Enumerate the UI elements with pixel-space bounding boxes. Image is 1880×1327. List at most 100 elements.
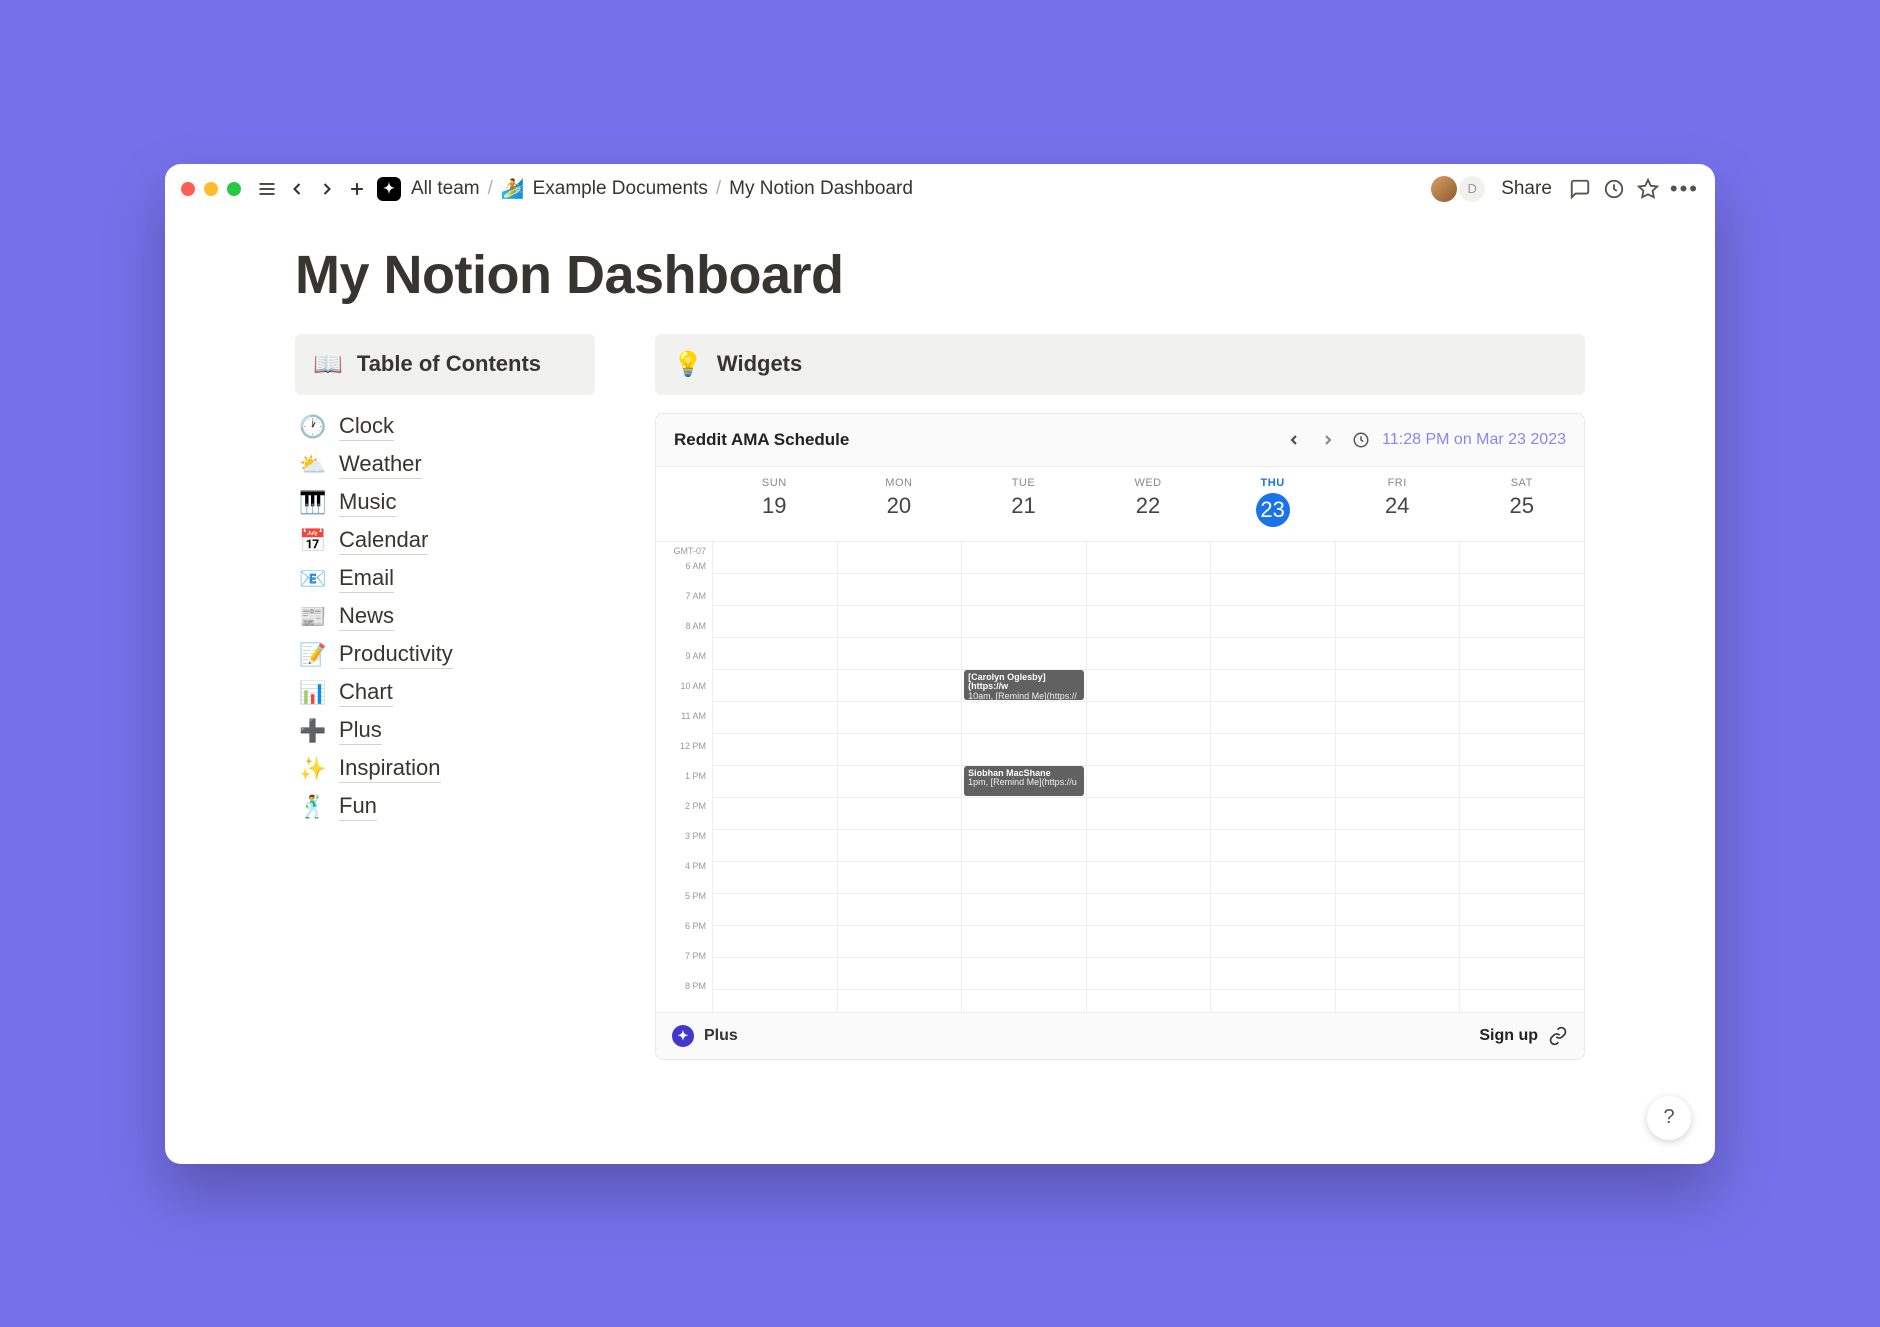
day-weekday: SUN: [712, 477, 837, 489]
plus-app-icon[interactable]: ✦: [377, 177, 401, 201]
toc-item-clock[interactable]: 🕐Clock: [299, 413, 595, 441]
toc-item-chart[interactable]: 📊 Chart: [299, 679, 595, 707]
topbar: ✦ All team / 🏄 Example Documents / My No…: [165, 164, 1715, 214]
toc-header: 📖 Table of Contents: [295, 334, 595, 395]
toc-item-news[interactable]: 📰News: [299, 603, 595, 631]
hour-label: 12 PM: [656, 741, 706, 771]
day-header[interactable]: WED 22: [1086, 467, 1211, 541]
hour-label: 6 PM: [656, 921, 706, 951]
toc-header-label: Table of Contents: [357, 351, 541, 377]
hour-label: 7 AM: [656, 591, 706, 621]
toc-item-weather[interactable]: ⛅Weather: [299, 451, 595, 479]
grid-day-col[interactable]: [837, 542, 962, 1012]
toc-item-calendar[interactable]: 📅Calendar: [299, 527, 595, 555]
toc-item-email[interactable]: 📧Email: [299, 565, 595, 593]
widgets-header: 💡 Widgets: [655, 334, 1585, 395]
signup-button[interactable]: Sign up: [1479, 1027, 1538, 1045]
grid-day-col[interactable]: [1335, 542, 1460, 1012]
help-button[interactable]: ?: [1647, 1096, 1691, 1140]
toc-label: Music: [339, 489, 396, 517]
grid-day-col[interactable]: [Carolyn Oglesby](https://w10am, [Remind…: [961, 542, 1086, 1012]
day-weekday: FRI: [1335, 477, 1460, 489]
hour-label: 4 PM: [656, 861, 706, 891]
crumb-sep: /: [488, 178, 493, 200]
right-column: 💡 Widgets Reddit AMA Schedule: [655, 334, 1585, 1060]
minimize-window[interactable]: [204, 182, 218, 196]
toc-item-fun[interactable]: 🕺Fun: [299, 793, 595, 821]
toc-item-music[interactable]: 🎹 Music: [299, 489, 595, 517]
comments-icon[interactable]: [1568, 178, 1592, 200]
hour-label: 1 PM: [656, 771, 706, 801]
day-number: 22: [1086, 493, 1211, 519]
toc-emoji: 🎹: [299, 490, 327, 516]
window-controls: [181, 182, 241, 196]
crumb-folder[interactable]: Example Documents: [533, 178, 708, 200]
hour-label: 2 PM: [656, 801, 706, 831]
hour-label: 10 AM: [656, 681, 706, 711]
widgets-header-label: Widgets: [717, 351, 802, 377]
grid-day-col[interactable]: [1086, 542, 1211, 1012]
toc-emoji: ➕: [299, 718, 327, 744]
share-button[interactable]: Share: [1495, 178, 1558, 200]
new-page-icon[interactable]: [347, 179, 367, 199]
day-header[interactable]: THU23: [1210, 467, 1335, 541]
avatar[interactable]: [1431, 176, 1457, 202]
clock-icon: [1352, 431, 1370, 449]
calendar-timestamp: 11:28 PM on Mar 23 2023: [1382, 431, 1566, 449]
toc-emoji: 📧: [299, 566, 327, 592]
nav-back-icon[interactable]: [287, 179, 307, 199]
day-header[interactable]: TUE 21: [961, 467, 1086, 541]
day-weekday: SAT: [1459, 477, 1584, 489]
hours-column: GMT-07 6 AM7 AM8 AM9 AM10 AM11 AM12 PM1 …: [656, 542, 712, 1012]
calendar-event[interactable]: Siobhan MacShane1pm, [Remind Me](https:/…: [964, 766, 1084, 796]
toc-emoji: 🕐: [299, 414, 327, 440]
nav-forward-icon[interactable]: [317, 179, 337, 199]
calendar-event[interactable]: [Carolyn Oglesby](https://w10am, [Remind…: [964, 670, 1084, 700]
cal-prev-icon[interactable]: [1282, 428, 1306, 452]
toc-label: Calendar: [339, 527, 428, 555]
day-header[interactable]: MON20: [837, 467, 962, 541]
cal-next-icon[interactable]: [1316, 428, 1340, 452]
close-window[interactable]: [181, 182, 195, 196]
toc-header-emoji: 📖: [313, 350, 343, 379]
breadcrumb: All team / 🏄 Example Documents / My Noti…: [411, 177, 913, 201]
grid-day-col[interactable]: [712, 542, 837, 1012]
toc-emoji: ✨: [299, 756, 327, 782]
toc-item-plus[interactable]: ➕Plus: [299, 717, 595, 745]
day-weekday: MON: [837, 477, 962, 489]
toc-label: Chart: [339, 679, 393, 707]
grid-body[interactable]: [Carolyn Oglesby](https://w10am, [Remind…: [712, 542, 1584, 1012]
crumb-page[interactable]: My Notion Dashboard: [729, 178, 913, 200]
timezone-label: GMT-07: [656, 542, 706, 561]
calendar-grid: GMT-07 6 AM7 AM8 AM9 AM10 AM11 AM12 PM1 …: [656, 542, 1584, 1012]
calendar-day-headers: SUN 19MON20TUE 21WED 22THU23FRI24SAT 25: [656, 467, 1584, 542]
link-icon[interactable]: [1548, 1026, 1568, 1046]
favorite-icon[interactable]: [1636, 178, 1660, 200]
menu-icon[interactable]: [257, 179, 277, 199]
day-weekday: WED: [1086, 477, 1211, 489]
calendar-title: Reddit AMA Schedule: [674, 430, 849, 450]
toc-item-productivity[interactable]: 📝Productivity: [299, 641, 595, 669]
hour-label: 6 AM: [656, 561, 706, 591]
day-number: 19: [712, 493, 837, 519]
toc-item-inspiration[interactable]: ✨Inspiration: [299, 755, 595, 783]
day-header[interactable]: FRI24: [1335, 467, 1460, 541]
calendar-head: Reddit AMA Schedule: [656, 414, 1584, 467]
updates-icon[interactable]: [1602, 178, 1626, 200]
day-header[interactable]: SAT 25: [1459, 467, 1584, 541]
day-number: 21: [961, 493, 1086, 519]
day-number: 25: [1459, 493, 1584, 519]
toc-emoji: 📊: [299, 680, 327, 706]
day-weekday: TUE: [961, 477, 1086, 489]
day-header[interactable]: SUN 19: [712, 467, 837, 541]
crumb-team[interactable]: All team: [411, 178, 480, 200]
hour-label: 8 AM: [656, 621, 706, 651]
grid-day-col[interactable]: [1459, 542, 1584, 1012]
avatar-badge[interactable]: D: [1459, 176, 1485, 202]
grid-day-col[interactable]: [1210, 542, 1335, 1012]
toc-label: Fun: [339, 793, 377, 821]
maximize-window[interactable]: [227, 182, 241, 196]
more-icon[interactable]: •••: [1670, 176, 1699, 202]
app-window: ✦ All team / 🏄 Example Documents / My No…: [165, 164, 1715, 1164]
hour-label: 9 AM: [656, 651, 706, 681]
